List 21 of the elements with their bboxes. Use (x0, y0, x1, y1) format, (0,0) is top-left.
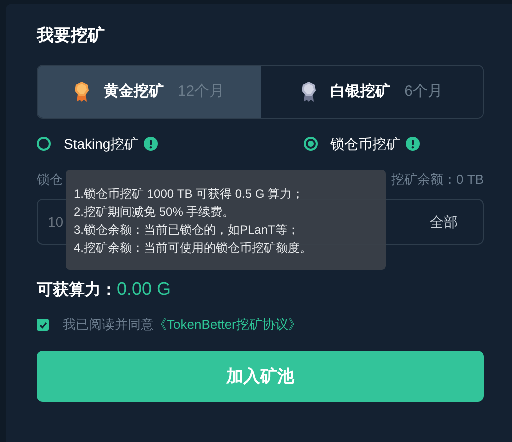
mining-balance-label: 挖矿余额：0 TB (392, 171, 484, 190)
medal-icon (74, 81, 90, 103)
agreement-link[interactable]: 《TokenBetter挖矿协议》 (154, 315, 302, 335)
radio-button[interactable] (37, 137, 51, 151)
info-icon[interactable] (144, 137, 158, 151)
agreement-text: 我已阅读并同意 (63, 316, 154, 334)
section-title: 我要挖矿 (37, 25, 106, 48)
tooltip-line: 1.锁仓币挖矿 1000 TB 可获得 0.5 G 算力； (74, 186, 306, 203)
agreement-checkbox[interactable] (37, 319, 49, 331)
info-icon[interactable] (406, 137, 420, 151)
hashrate-value: 0.00 G (117, 278, 172, 301)
tooltip-line: 4.挖矿余额：当前可使用的锁仓币挖矿额度。 (74, 240, 314, 257)
all-button[interactable]: 全部 (430, 212, 458, 233)
mode-label[interactable]: Staking挖矿 (64, 134, 139, 154)
mode-label[interactable]: 锁仓币挖矿 (330, 134, 400, 154)
medal-icon (300, 81, 317, 103)
hashrate-label: 可获算力： (37, 280, 117, 301)
tooltip-line: 3.锁仓余额：当前已锁仓的，如PLanT等； (74, 222, 300, 239)
locked-balance-label: 锁仓 (37, 171, 63, 190)
radio-button[interactable] (304, 137, 318, 151)
tooltip-line: 2.挖矿期间减免 50% 手续费。 (74, 204, 236, 221)
